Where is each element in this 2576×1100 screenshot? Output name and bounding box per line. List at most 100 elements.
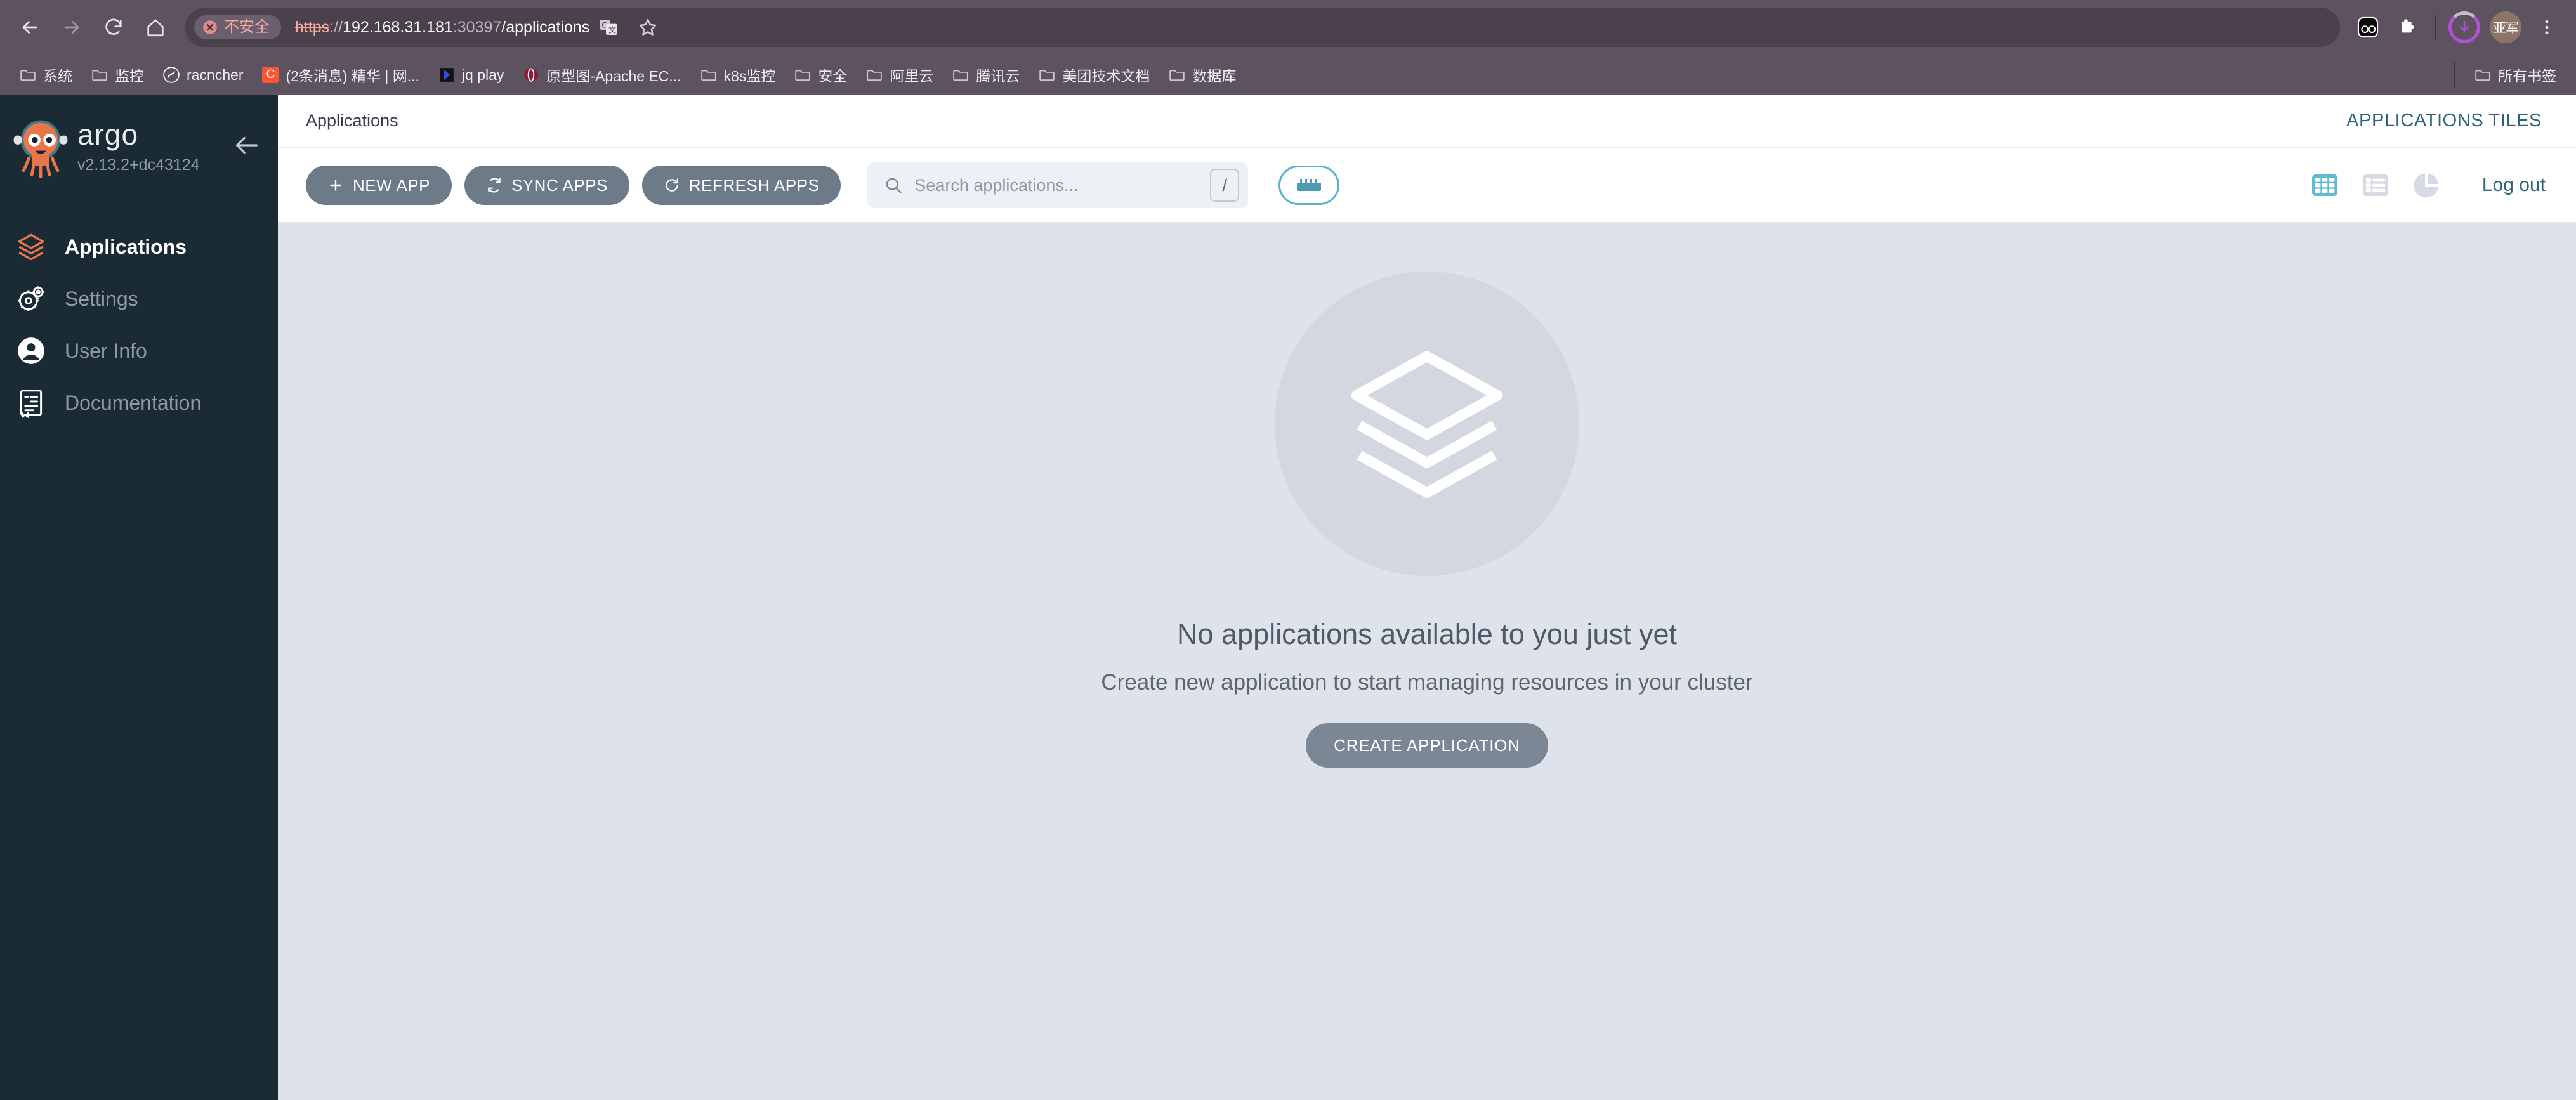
folder-icon <box>1039 70 1055 81</box>
filter-toggle-button[interactable] <box>1278 166 1340 205</box>
home-button[interactable] <box>136 8 175 47</box>
view-mode-switcher <box>2308 169 2443 202</box>
translate-button[interactable]: G 文 <box>589 8 628 46</box>
profile-avatar[interactable]: 亚军 <box>2490 11 2521 43</box>
sync-apps-button[interactable]: SYNC APPS <box>464 166 629 205</box>
bookmark-label: k8s监控 <box>723 68 776 84</box>
bookmark-item[interactable]: C (2条消息) 精华 | 网... <box>254 60 427 90</box>
download-button[interactable] <box>2445 8 2483 46</box>
page-header: Applications APPLICATIONS TILES <box>278 95 2576 148</box>
version-label: v2.13.2+dc43124 <box>77 156 200 174</box>
user-circle-icon <box>14 334 48 368</box>
sidebar: argo v2.13.2+dc43124 Applications Settin… <box>0 95 278 1100</box>
summary-view-button[interactable] <box>2410 169 2443 202</box>
folder-icon <box>700 70 716 81</box>
new-app-label: NEW APP <box>353 175 430 195</box>
logout-link[interactable]: Log out <box>2482 174 2546 196</box>
brand-text-block: argo v2.13.2+dc43124 <box>77 121 200 174</box>
bookmark-item[interactable]: racncher <box>155 62 251 88</box>
bookmark-item[interactable]: 腾讯云 <box>944 60 1028 90</box>
browser-toolbar: 不安全 https://192.168.31.181:30397/applica… <box>0 0 2576 55</box>
url-scheme: https <box>295 18 330 36</box>
bookmark-item[interactable]: 阿里云 <box>858 60 942 90</box>
refresh-apps-label: REFRESH APPS <box>688 175 820 195</box>
sidebar-item-settings[interactable]: Settings <box>0 273 278 325</box>
refresh-apps-button[interactable]: REFRESH APPS <box>641 166 841 205</box>
sidebar-item-user-info[interactable]: User Info <box>0 325 278 377</box>
list-view-button[interactable] <box>2359 169 2392 202</box>
extension-app-button[interactable] <box>2349 8 2387 46</box>
page-title: Applications <box>306 111 398 130</box>
extensions-button[interactable] <box>2388 8 2426 46</box>
bookmark-item[interactable]: 数据库 <box>1160 60 1244 90</box>
sidebar-item-label: User Info <box>65 339 147 362</box>
url-path: /applications <box>501 18 590 36</box>
layers-icon <box>14 230 48 264</box>
bookmark-label: 阿里云 <box>890 68 934 84</box>
folder-icon <box>867 70 883 81</box>
browser-chrome: 不安全 https://192.168.31.181:30397/applica… <box>0 0 2576 95</box>
three-dot-menu-icon <box>2545 20 2549 35</box>
folder-icon <box>1169 70 1185 81</box>
back-button[interactable] <box>10 8 49 47</box>
applications-empty-state: No applications available to you just ye… <box>278 222 2576 1100</box>
bookmark-item[interactable]: 原型图-Apache EC... <box>515 60 689 90</box>
rancher-favicon <box>163 67 180 83</box>
all-bookmarks-button[interactable]: 所有书签 <box>2466 60 2565 90</box>
url-text: https://192.168.31.181:30397/application… <box>295 18 589 37</box>
list-view-icon <box>2362 174 2388 196</box>
back-arrow-icon <box>22 21 37 34</box>
sidebar-item-applications[interactable]: Applications <box>0 221 278 273</box>
argo-wordmark: argo <box>77 121 138 151</box>
search-icon <box>886 178 902 193</box>
star-icon <box>639 18 657 36</box>
security-status-chip[interactable]: 不安全 <box>194 15 281 39</box>
sync-icon <box>488 178 501 193</box>
address-bar[interactable]: 不安全 https://192.168.31.181:30397/applica… <box>185 8 2340 47</box>
bookmarks-divider <box>2454 62 2455 88</box>
empty-state-title: No applications available to you just ye… <box>1177 618 1677 650</box>
security-status-text: 不安全 <box>224 18 270 36</box>
forward-button[interactable] <box>52 8 91 47</box>
bookmark-item[interactable]: k8s监控 <box>692 60 784 90</box>
bookmark-label: 腾讯云 <box>976 68 1020 84</box>
folder-icon <box>2475 70 2490 81</box>
plus-icon <box>330 180 341 191</box>
folder-icon <box>20 70 36 81</box>
url-separator: :// <box>329 18 343 36</box>
bookmark-label: (2条消息) 精华 | 网... <box>286 68 419 84</box>
sidebar-item-documentation[interactable]: Documentation <box>0 377 278 429</box>
browser-menu-button[interactable] <box>2528 8 2566 46</box>
reload-icon <box>105 18 122 35</box>
bookmark-star-button[interactable] <box>629 8 667 46</box>
translate-icon: G 文 <box>600 20 617 35</box>
sidebar-item-label: Settings <box>65 287 138 310</box>
bookmark-label: 数据库 <box>1192 68 1237 84</box>
refresh-icon <box>666 178 678 192</box>
bookmark-item[interactable]: jq play <box>430 62 512 88</box>
reload-button[interactable] <box>94 8 133 47</box>
bookmark-item[interactable]: 美团技术文档 <box>1030 60 1158 90</box>
tiles-view-button[interactable] <box>2308 169 2341 202</box>
empty-state-subtitle: Create new application to start managing… <box>1101 670 1753 695</box>
create-application-button[interactable]: CREATE APPLICATION <box>1306 723 1548 768</box>
main-content: Applications APPLICATIONS TILES NEW APP … <box>278 95 2576 1100</box>
sidebar-collapse-button[interactable] <box>232 131 261 160</box>
sidebar-item-label: Documentation <box>65 391 202 414</box>
new-app-button[interactable]: NEW APP <box>306 166 452 205</box>
argocd-app: argo v2.13.2+dc43124 Applications Settin… <box>0 95 2576 1100</box>
search-input[interactable] <box>914 175 1199 195</box>
search-applications-box[interactable]: / <box>867 162 1249 208</box>
jq-favicon <box>440 68 454 82</box>
bookmarks-bar: 系统 监控 racncher C (2条消息) 精华 | 网... jq pla… <box>0 55 2576 95</box>
folder-icon <box>92 70 107 81</box>
bookmark-item[interactable]: 安全 <box>786 60 855 90</box>
applications-tiles-label[interactable]: APPLICATIONS TILES <box>2346 110 2542 131</box>
sidebar-brand[interactable]: argo v2.13.2+dc43124 <box>0 112 278 188</box>
argo-octopus-logo <box>13 120 68 178</box>
bookmark-item[interactable]: 监控 <box>83 60 152 90</box>
folder-icon <box>795 70 811 81</box>
bookmark-item[interactable]: 系统 <box>11 60 81 90</box>
csdn-favicon: C <box>262 67 279 83</box>
gears-icon <box>14 282 48 316</box>
